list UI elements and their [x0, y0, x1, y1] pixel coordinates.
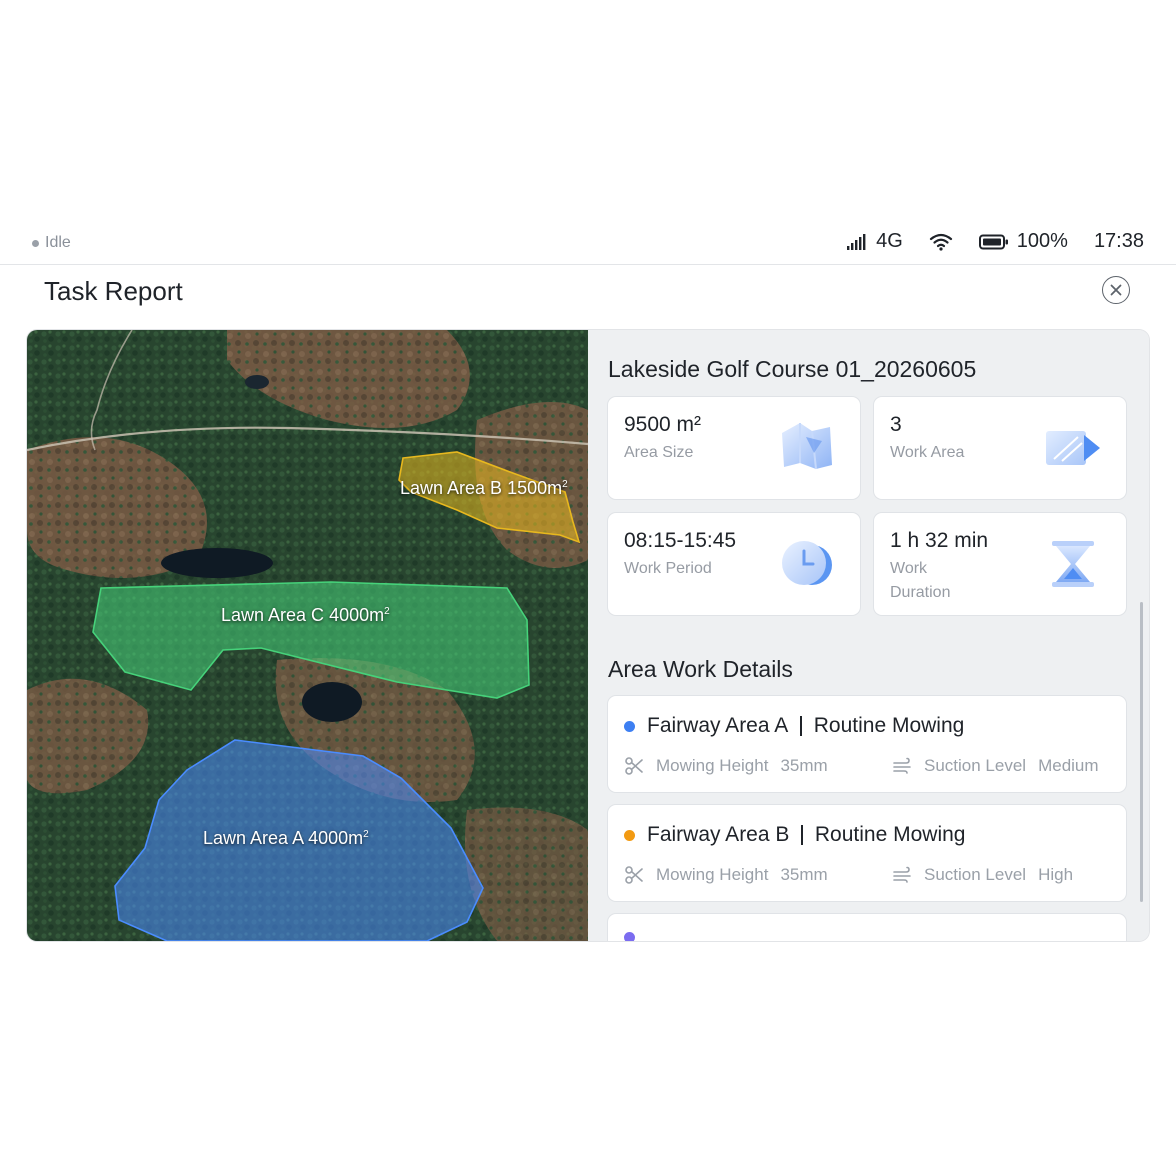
wind-icon: [893, 866, 911, 883]
suction-level-meta: Suction Level Medium: [892, 756, 1099, 776]
stat-card-area-size: 9500 m² Area Size: [608, 397, 860, 499]
lake: [245, 375, 269, 389]
area-card-header: [624, 932, 647, 941]
course-title: Lakeside Golf Course 01_20260605: [608, 356, 977, 382]
stat-label: Work Area: [890, 444, 965, 461]
page-title: Task Report: [44, 276, 183, 306]
hourglass-icon: [1052, 541, 1094, 587]
area-mode: Routine Mowing: [813, 714, 965, 737]
stat-value: 1 h 32 min: [890, 529, 989, 552]
lawn-area-a-name: Lawn Area A: [203, 828, 304, 848]
mowing-height-meta: Mowing Height 35mm: [624, 756, 828, 776]
stat-value: 3: [890, 413, 902, 436]
stat-value: 9500 m²: [624, 413, 702, 436]
scissors-icon: [625, 757, 643, 775]
lawn-area-a-size: 4000m: [308, 828, 364, 848]
network-label: 4G: [876, 230, 903, 252]
status-bar: Idle 4G 100% 17:38: [0, 222, 1176, 264]
wifi-icon: [929, 233, 952, 251]
battery-icon: [978, 234, 1008, 249]
lake: [161, 548, 273, 578]
stat-card-work-period: 08:15-15:45 Work Period: [608, 513, 860, 615]
mowing-height-meta: Mowing Height 35mm: [624, 865, 828, 885]
state-dot-icon: [32, 239, 39, 247]
close-icon: [1110, 284, 1122, 296]
satellite-map[interactable]: Lawn Area B 1500m2 Lawn Area C 4000m2 La…: [27, 330, 589, 941]
lawn-area-c-name: Lawn Area C: [221, 605, 325, 625]
wifi-indicator: [929, 233, 953, 251]
stat-card-work-duration: 1 h 32 min Work Duration: [874, 513, 1126, 615]
report-panel: Lawn Area B 1500m2 Lawn Area C 4000m2 La…: [27, 330, 1149, 941]
mowing-height-label: Mowing Height: [656, 865, 769, 884]
battery-label: 100%: [1016, 230, 1068, 252]
area-card-header: Fairway Area B Routine Mowing: [624, 823, 965, 847]
lawn-area-c-size: 4000m: [329, 605, 385, 625]
stat-value: 08:15-15:45: [624, 529, 737, 552]
battery-indicator: 100%: [978, 230, 1068, 253]
area-card-fairway-b[interactable]: Fairway Area B Routine Mowing Mowing Hei…: [608, 805, 1126, 901]
status-divider: [0, 264, 1176, 265]
header-separator: [800, 716, 802, 736]
lawn-area-b-label: Lawn Area B 1500m2: [400, 478, 568, 499]
report-details[interactable]: Lakeside Golf Course 01_20260605 9500 m²…: [588, 330, 1149, 941]
details-scrollbar[interactable]: [1140, 602, 1143, 902]
lawn-area-c-unit-exp: 2: [384, 606, 390, 617]
area-details-title: Area Work Details: [608, 656, 793, 682]
area-size-icon: [782, 423, 832, 470]
lawn-area-b-name: Lawn Area B: [400, 478, 503, 498]
device-state-label: Idle: [45, 234, 71, 251]
stat-label: Work Duration: [890, 560, 951, 601]
lawn-area-a-unit-exp: 2: [363, 829, 369, 840]
signal-icon: [847, 233, 866, 250]
clock-icon: [782, 541, 832, 585]
stat-label: Area Size: [624, 444, 694, 461]
clock-indicator: 17:38: [1094, 230, 1144, 253]
area-name: Fairway Area A: [647, 714, 789, 737]
suction-level-meta: Suction Level High: [892, 865, 1073, 885]
status-indicators: 4G 100% 17:38: [820, 230, 1144, 253]
suction-level-value: High: [1038, 865, 1074, 884]
map-canvas: [27, 330, 589, 941]
area-mode: Routine Mowing: [814, 823, 966, 846]
header-separator: [801, 825, 803, 845]
lawn-area-b-unit-exp: 2: [562, 479, 568, 490]
stat-label: Work Period: [624, 560, 712, 577]
scissors-icon: [625, 866, 643, 884]
mowing-height-value: 35mm: [780, 756, 828, 775]
area-color-dot: [624, 932, 635, 941]
area-color-dot: [624, 720, 635, 732]
area-card-partial[interactable]: [608, 914, 1126, 941]
lawn-area-b-size: 1500m: [507, 478, 563, 498]
suction-level-label: Suction Level: [924, 865, 1027, 884]
time-label: 17:38: [1093, 230, 1144, 252]
mowing-height-label: Mowing Height: [656, 756, 769, 775]
area-color-dot: [624, 829, 635, 841]
lake: [302, 682, 362, 722]
lawn-area-c-label: Lawn Area C 4000m2: [221, 605, 390, 626]
close-button[interactable]: [1102, 276, 1130, 304]
area-card-fairway-a[interactable]: Fairway Area A Routine Mowing Mowing Hei…: [608, 696, 1126, 792]
wind-icon: [893, 757, 911, 774]
lawn-area-a-label: Lawn Area A 4000m2: [203, 828, 369, 849]
work-area-icon: [1046, 431, 1100, 465]
network-indicator: 4G: [846, 230, 903, 253]
mowing-height-value: 35mm: [780, 865, 828, 884]
area-card-header: Fairway Area A Routine Mowing: [624, 714, 964, 738]
stat-card-work-area: 3 Work Area: [874, 397, 1126, 499]
suction-level-value: Medium: [1038, 756, 1099, 775]
suction-level-label: Suction Level: [924, 756, 1027, 775]
device-state: Idle: [32, 234, 71, 252]
area-name: Fairway Area B: [647, 823, 790, 846]
